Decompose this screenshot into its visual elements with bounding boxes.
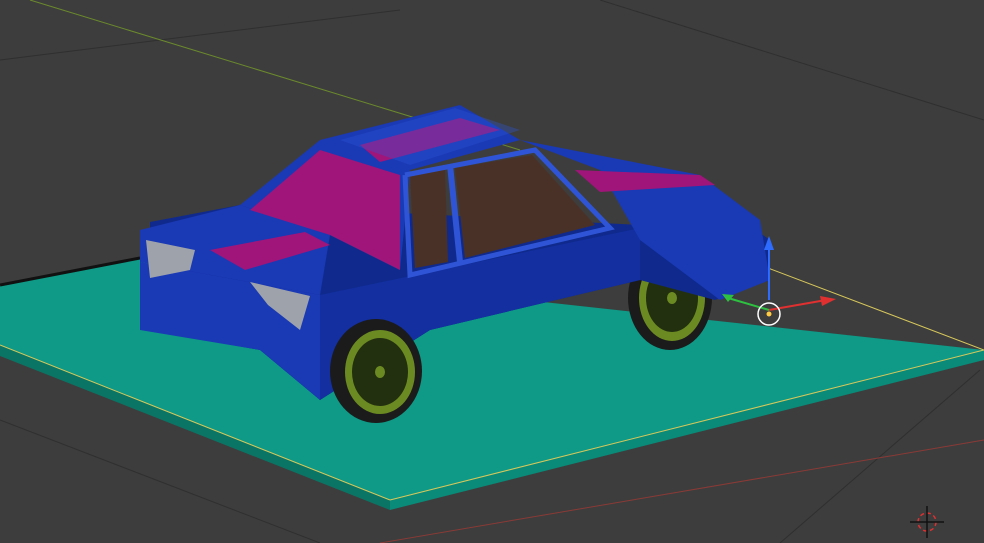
- x-axis-arrowhead[interactable]: [820, 296, 836, 306]
- rear-hub: [667, 292, 677, 304]
- grid-line: [599, 0, 984, 121]
- x-axis-arrow[interactable]: [768, 299, 827, 311]
- 3d-viewport[interactable]: [0, 0, 984, 543]
- viewport-canvas[interactable]: [0, 0, 984, 543]
- front-side-window: [410, 170, 448, 268]
- crosshair-icon[interactable]: [910, 506, 944, 538]
- front-hub: [375, 366, 385, 378]
- front-wheel: [330, 319, 422, 423]
- pivot-point: [766, 311, 772, 317]
